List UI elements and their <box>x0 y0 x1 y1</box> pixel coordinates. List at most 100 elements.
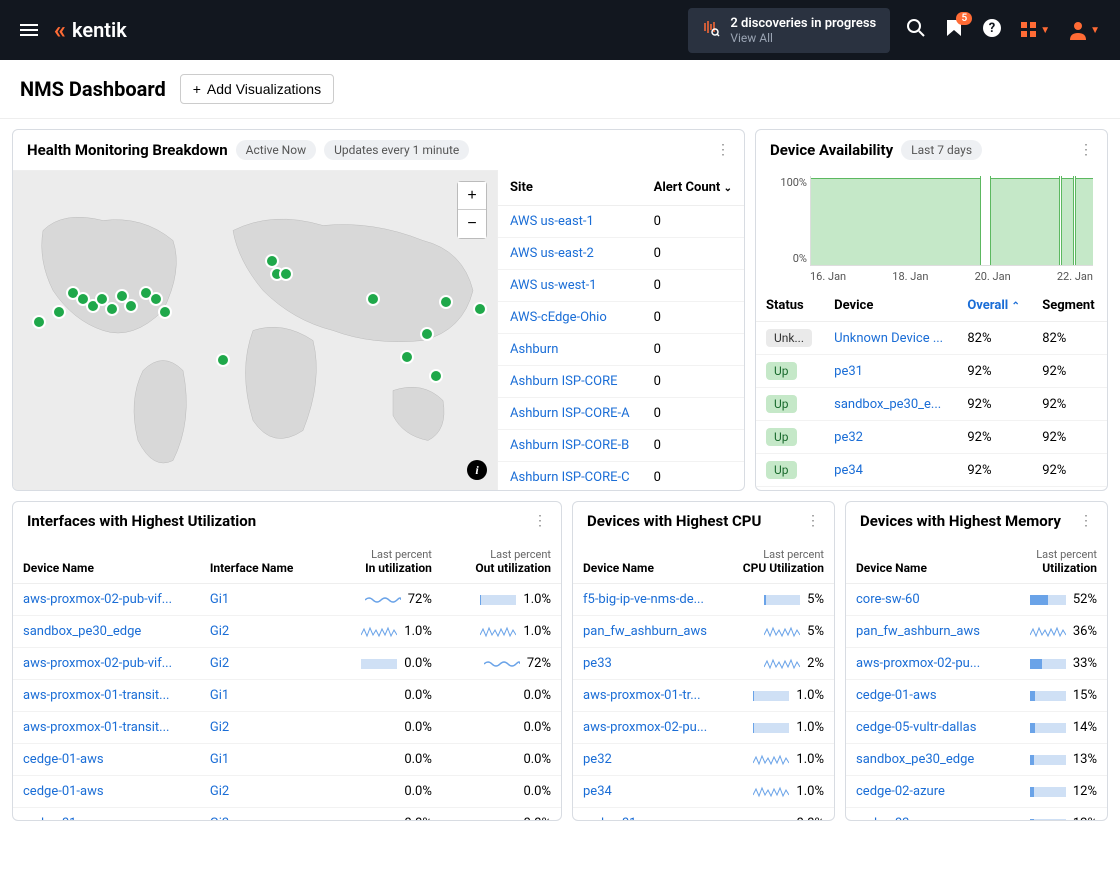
device-link[interactable]: cedge-03-gcp <box>846 808 1009 821</box>
world-map[interactable]: + − i <box>13 170 497 490</box>
panel-menu-icon[interactable]: ⋮ <box>533 513 547 529</box>
device-link[interactable]: cedge-02-azure <box>846 776 1009 808</box>
interface-link[interactable]: Gi2 <box>200 648 329 680</box>
map-site-dot[interactable] <box>216 353 230 367</box>
site-link[interactable]: AWS-cEdge-Ohio <box>498 302 642 334</box>
notifications-icon[interactable]: 5 <box>944 18 964 42</box>
col-device[interactable]: Device Name <box>573 540 726 584</box>
out-util: 1.0% <box>442 616 561 648</box>
device-link[interactable]: cedge-01-aws <box>13 776 200 808</box>
col-cpu-util[interactable]: Last percentCPU Utilization <box>726 540 834 584</box>
device-link[interactable]: pan_fw_ashburn_aws <box>573 616 726 648</box>
device-link[interactable]: pe33 <box>573 648 726 680</box>
interface-link[interactable]: Gi1 <box>200 744 329 776</box>
col-iface[interactable]: Interface Name <box>200 540 329 584</box>
status-badge: Up <box>766 461 797 479</box>
col-status[interactable]: Status <box>756 290 824 322</box>
overall-value: 92% <box>957 454 1032 487</box>
site-link[interactable]: Ashburn ISP-CORE-B <box>498 430 642 462</box>
col-alert-count[interactable]: Alert Count ⌄ <box>642 170 744 206</box>
panel-title: Devices with Highest Memory <box>860 512 1061 530</box>
discovery-banner[interactable]: 2 discoveries in progress View All <box>688 8 890 53</box>
col-device[interactable]: Device <box>824 290 957 322</box>
interface-link[interactable]: Gi1 <box>200 680 329 712</box>
site-link[interactable]: Ashburn ISP-CORE-C <box>498 462 642 491</box>
col-segment[interactable]: Segment <box>1032 290 1107 322</box>
map-site-dot[interactable] <box>149 292 163 306</box>
device-link[interactable]: cedge-01-aws <box>846 680 1009 712</box>
map-site-dot[interactable] <box>52 305 66 319</box>
map-site-dot[interactable] <box>473 302 487 316</box>
site-link[interactable]: AWS us-east-1 <box>498 206 642 238</box>
site-link[interactable]: AWS us-east-2 <box>498 238 642 270</box>
col-overall[interactable]: Overall ⌃ <box>957 290 1032 322</box>
user-icon[interactable]: ▼ <box>1068 20 1100 40</box>
cpu-util: 5% <box>726 616 834 648</box>
site-link[interactable]: Ashburn ISP-CORE <box>498 366 642 398</box>
brand-logo[interactable]: « kentik <box>54 16 127 44</box>
device-link[interactable]: aws-proxmox-01-transit... <box>13 712 200 744</box>
device-link[interactable]: sandbox_pe30_edge <box>846 744 1009 776</box>
panel-menu-icon[interactable]: ⋮ <box>1079 142 1093 158</box>
site-link[interactable]: Ashburn ISP-CORE-A <box>498 398 642 430</box>
device-link[interactable]: aws-proxmox-02-pu... <box>846 648 1009 680</box>
zoom-out-button[interactable]: − <box>458 210 486 238</box>
panel-menu-icon[interactable]: ⋮ <box>1079 513 1093 529</box>
add-visualizations-button[interactable]: + Add Visualizations <box>180 74 334 104</box>
interface-link[interactable]: Gi3 <box>200 808 329 821</box>
device-link[interactable]: aws-proxmox-02-pu... <box>573 712 726 744</box>
device-link[interactable]: aws-proxmox-01-tr... <box>573 680 726 712</box>
device-link[interactable]: pe32 <box>573 744 726 776</box>
table-row: pe33 2% <box>573 648 834 680</box>
apps-icon[interactable]: ▼ <box>1020 21 1050 39</box>
map-site-dot[interactable] <box>124 299 138 313</box>
site-link[interactable]: Ashburn <box>498 334 642 366</box>
map-site-dot[interactable] <box>32 315 46 329</box>
table-row: pan_fw_ashburn_aws 5% <box>573 616 834 648</box>
device-link[interactable]: Unknown Device ... <box>824 322 957 355</box>
interface-link[interactable]: Gi2 <box>200 616 329 648</box>
site-link[interactable]: AWS us-west-1 <box>498 270 642 302</box>
device-link[interactable]: sandbox_pe30_e... <box>824 388 957 421</box>
search-icon[interactable] <box>906 18 926 42</box>
menu-icon[interactable] <box>20 24 38 36</box>
device-link[interactable]: pe32 <box>824 421 957 454</box>
device-link[interactable]: core-sw-60 <box>846 584 1009 616</box>
map-site-dot[interactable] <box>420 327 434 341</box>
device-link[interactable]: cedge-05-vultr-dallas <box>846 712 1009 744</box>
discovery-view-all[interactable]: View All <box>730 31 876 45</box>
device-link[interactable]: aws-proxmox-02-pub-vif... <box>13 584 200 616</box>
device-link[interactable]: sandbox_pe30_edge <box>13 616 200 648</box>
col-device[interactable]: Device Name <box>846 540 1009 584</box>
device-link[interactable]: pe31 <box>824 355 957 388</box>
col-device[interactable]: Device Name <box>13 540 200 584</box>
col-mem-util[interactable]: Last percentUtilization <box>1009 540 1108 584</box>
sparkline <box>764 657 800 671</box>
device-link[interactable]: pe34 <box>824 454 957 487</box>
help-icon[interactable]: ? <box>982 18 1002 42</box>
device-link[interactable]: cedge-01-aws <box>13 808 200 821</box>
map-site-dot[interactable] <box>279 267 293 281</box>
map-site-dot[interactable] <box>429 369 443 383</box>
interface-link[interactable]: Gi1 <box>200 584 329 616</box>
col-site[interactable]: Site <box>498 170 642 206</box>
map-site-dot[interactable] <box>265 254 279 268</box>
device-link[interactable]: cedge-01-aws <box>573 808 726 821</box>
device-link[interactable]: aws-proxmox-02-pub-vif... <box>13 648 200 680</box>
panel-menu-icon[interactable]: ⋮ <box>716 142 730 158</box>
interface-link[interactable]: Gi2 <box>200 712 329 744</box>
col-in-util[interactable]: Last percentIn utilization <box>329 540 442 584</box>
device-link[interactable]: pe34 <box>573 776 726 808</box>
col-out-util[interactable]: Last percentOut utilization <box>442 540 561 584</box>
device-link[interactable]: f5-big-ip-ve-nms-de... <box>573 584 726 616</box>
map-info-icon[interactable]: i <box>467 460 487 480</box>
device-link[interactable]: pan_fw_ashburn_aws <box>846 616 1009 648</box>
map-site-dot[interactable] <box>400 350 414 364</box>
out-util: 72% <box>442 648 561 680</box>
panel-menu-icon[interactable]: ⋮ <box>806 513 820 529</box>
device-link[interactable]: aws-proxmox-01-transit... <box>13 680 200 712</box>
interface-link[interactable]: Gi2 <box>200 776 329 808</box>
device-link[interactable]: cedge-01-aws <box>13 744 200 776</box>
map-site-dot[interactable] <box>105 302 119 316</box>
zoom-in-button[interactable]: + <box>458 182 486 210</box>
